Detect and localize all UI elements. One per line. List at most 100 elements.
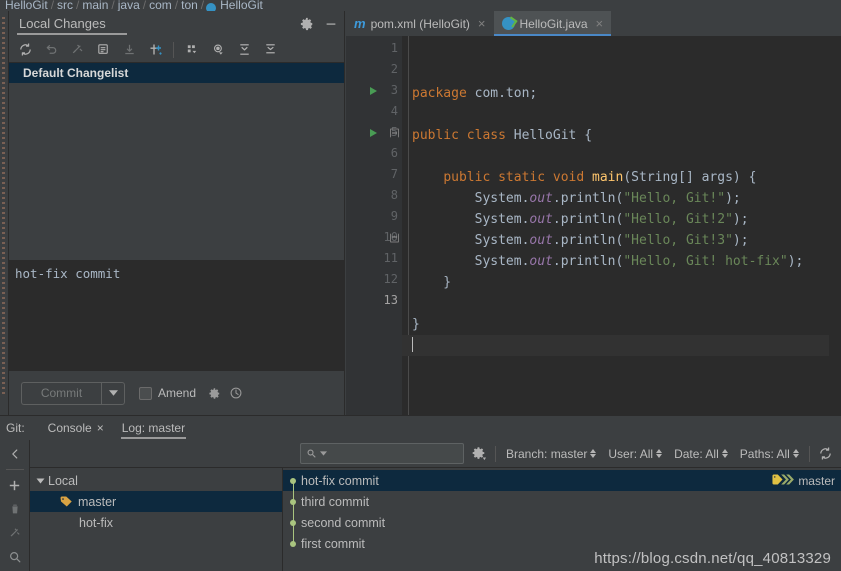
breadcrumb-item-6[interactable]: HelloGit <box>220 0 263 11</box>
code-line-7[interactable]: System.out.println("Hello, Git!2"); <box>402 209 841 230</box>
editor-code[interactable]: package com.ton; public class HelloGit { … <box>402 36 841 415</box>
add-icon[interactable] <box>3 474 27 496</box>
tab-pom-xml[interactable]: m pom.xml (HelloGit) × <box>346 11 494 36</box>
changelist-row[interactable]: Default Changelist <box>9 63 344 83</box>
commit-row[interactable]: third commit <box>283 491 841 512</box>
sort-arrows-icon <box>792 449 799 458</box>
commit-button[interactable]: Commit <box>21 381 101 405</box>
search-icon[interactable] <box>3 546 27 568</box>
fold-toggle-icon[interactable] <box>390 128 399 137</box>
gutter-line-2[interactable]: 2 <box>346 59 402 80</box>
run-gutter-icon[interactable] <box>370 86 377 95</box>
local-changes-title[interactable]: Local Changes <box>19 16 106 33</box>
breadcrumb-separator: / <box>200 0 205 11</box>
gear-icon[interactable] <box>300 17 314 31</box>
tab-label: HelloGit.java <box>519 16 588 31</box>
code-line-6[interactable]: System.out.println("Hello, Git!"); <box>402 188 841 209</box>
breadcrumb-item-3[interactable]: java <box>118 0 140 11</box>
preview-icon[interactable] <box>206 39 230 61</box>
clock-icon[interactable] <box>229 386 243 400</box>
code-line-10[interactable]: } <box>402 272 841 293</box>
diff-icon[interactable] <box>91 39 115 61</box>
sort-arrows-icon <box>656 449 663 458</box>
code-line-4[interactable] <box>402 146 841 167</box>
commit-subject: first commit <box>301 536 365 551</box>
chevron-down-icon[interactable] <box>36 478 45 483</box>
code-editor[interactable]: 1 2 3 4 5 6 7 8 9 10 11 12 13 package com.ton; public… <box>346 36 841 415</box>
commit-message-input[interactable]: hot-fix commit <box>9 261 344 371</box>
code-line-12[interactable]: } <box>402 314 841 335</box>
gutter-line-10[interactable]: 10 <box>346 227 402 248</box>
line-number: 11 <box>383 251 398 265</box>
user-filter[interactable]: User: All <box>606 447 664 461</box>
commit-row[interactable]: hot-fix commit master <box>283 470 841 491</box>
paths-filter-label: Paths: All <box>739 446 790 461</box>
refresh-icon[interactable] <box>818 446 833 461</box>
gutter-line-12[interactable]: 12 <box>346 269 402 290</box>
date-filter[interactable]: Date: All <box>672 447 730 461</box>
gutter-line-13[interactable]: 13 <box>346 290 402 311</box>
gutter-line-6[interactable]: 6 <box>346 143 402 164</box>
branch-filter[interactable]: Branch: master <box>504 447 598 461</box>
branch-item-hot-fix[interactable]: hot-fix <box>30 512 282 533</box>
token-str: "Hello, Git!" <box>623 191 726 206</box>
code-line-2[interactable] <box>402 104 841 125</box>
breadcrumb-item-2[interactable]: main <box>82 0 108 11</box>
gutter-line-4[interactable]: 4 <box>346 101 402 122</box>
expand-all-icon[interactable] <box>232 39 256 61</box>
branch-tree[interactable]: Local master hot-fix <box>30 468 283 571</box>
editor-gutter[interactable]: 1 2 3 4 5 6 7 8 9 10 11 12 13 <box>346 36 402 415</box>
code-line-8[interactable]: System.out.println("Hello, Git!3"); <box>402 230 841 251</box>
breadcrumb-item-5[interactable]: ton <box>181 0 198 11</box>
git-tool-window: Git: Console × Log: master Branch: maste… <box>0 415 841 571</box>
git-tab-bar: Git: Console × Log: master <box>0 416 841 440</box>
move-to-changelist-icon[interactable] <box>143 39 167 61</box>
breadcrumb-item-0[interactable]: HelloGit <box>5 0 48 11</box>
code-line-1[interactable]: package com.ton; <box>402 83 841 104</box>
watermark: https://blog.csdn.net/qq_40813329 <box>594 550 831 567</box>
amend-checkbox[interactable] <box>139 386 152 400</box>
editor-scrollbar[interactable] <box>829 36 841 415</box>
commit-row[interactable]: second commit <box>283 512 841 533</box>
branch-group-local[interactable]: Local <box>30 470 282 491</box>
gutter-line-11[interactable]: 11 <box>346 248 402 269</box>
refresh-icon[interactable] <box>13 39 37 61</box>
log-toolbar: Branch: master User: All Date: All Paths… <box>30 440 841 468</box>
amend-checkbox-group[interactable]: Amend <box>139 386 196 400</box>
code-line-3[interactable]: public class HelloGit { <box>402 125 841 146</box>
gutter-line-7[interactable]: 7 <box>346 164 402 185</box>
code-line-11[interactable] <box>402 293 841 314</box>
fold-toggle-icon[interactable] <box>390 233 399 242</box>
close-icon[interactable]: × <box>596 17 604 30</box>
tab-console[interactable]: Console × <box>39 416 113 440</box>
gear-icon[interactable] <box>472 446 487 461</box>
gutter-line-9[interactable]: 9 <box>346 206 402 227</box>
collapse-left-icon[interactable] <box>3 443 27 465</box>
commit-list[interactable]: hot-fix commit master third commit second c… <box>283 468 841 571</box>
gutter-line-8[interactable]: 8 <box>346 185 402 206</box>
branch-item-master[interactable]: master <box>30 491 282 512</box>
tab-hellogit-java[interactable]: HelloGit.java × <box>493 11 612 36</box>
collapse-all-icon[interactable] <box>258 39 282 61</box>
breadcrumb-item-4[interactable]: com <box>149 0 172 11</box>
tab-log-master[interactable]: Log: master <box>113 416 194 440</box>
gutter-line-1[interactable]: 1 <box>346 38 402 59</box>
close-icon[interactable]: × <box>478 17 486 30</box>
gutter-line-3[interactable]: 3 <box>346 80 402 101</box>
group-by-icon[interactable] <box>180 39 204 61</box>
breadcrumb-item-1[interactable]: src <box>57 0 73 11</box>
commit-ref-badge[interactable]: master <box>772 474 835 488</box>
minimize-icon[interactable] <box>324 17 338 31</box>
search-input[interactable] <box>300 443 464 464</box>
paths-filter[interactable]: Paths: All <box>738 447 801 461</box>
code-line-13[interactable] <box>402 335 841 356</box>
changelist-tree[interactable]: Default Changelist <box>9 63 344 261</box>
gutter-line-5[interactable]: 5 <box>346 122 402 143</box>
code-line-5[interactable]: public static void main(String[] args) { <box>402 167 841 188</box>
commit-subject: hot-fix commit <box>301 473 379 488</box>
chevron-down-icon[interactable] <box>101 381 125 405</box>
gear-icon[interactable] <box>208 387 221 400</box>
code-line-9[interactable]: System.out.println("Hello, Git! hot-fix"… <box>402 251 841 272</box>
close-icon[interactable]: × <box>97 421 104 435</box>
run-gutter-icon[interactable] <box>370 128 377 137</box>
